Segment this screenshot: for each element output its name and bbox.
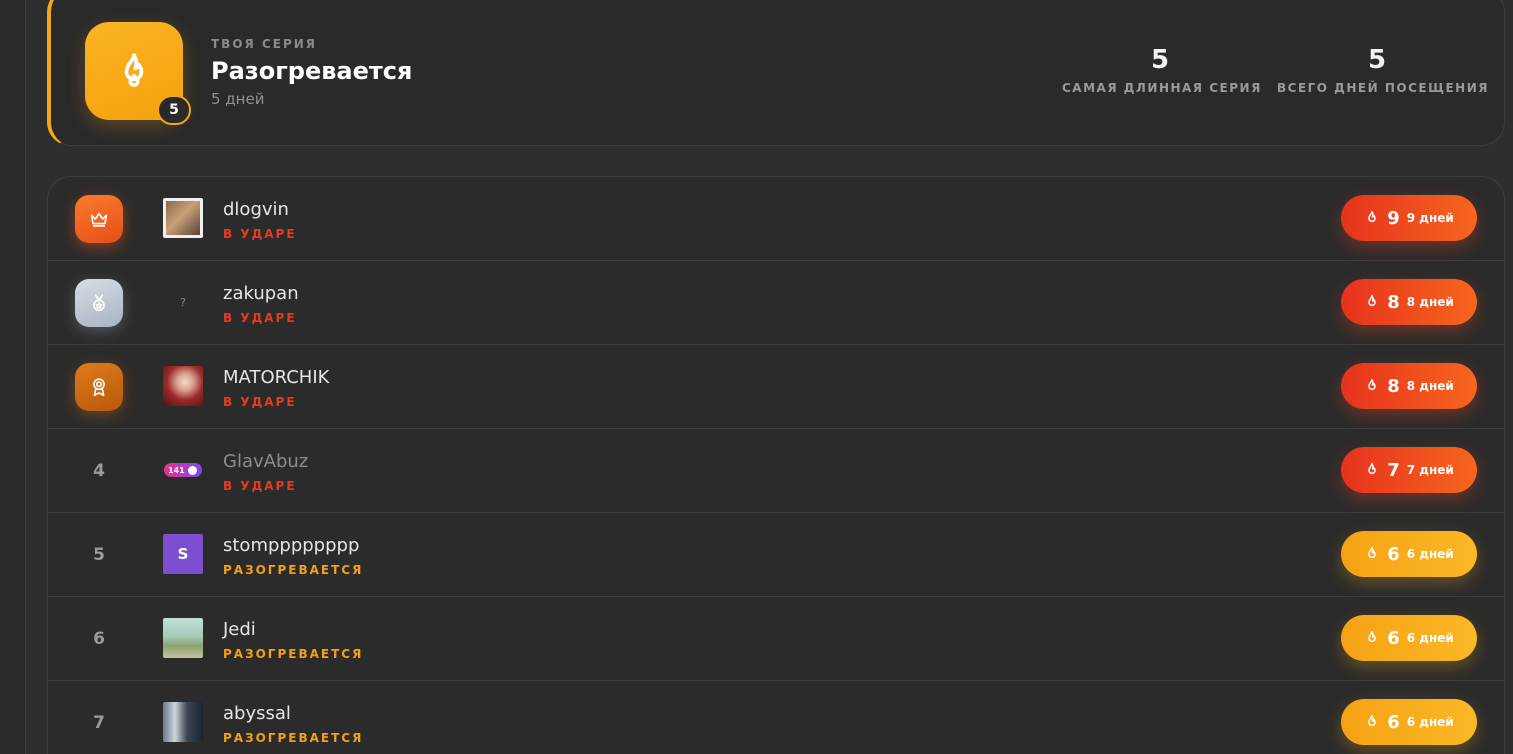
- streak-days: 6 дней: [1406, 715, 1454, 729]
- username[interactable]: zakupan: [223, 283, 299, 304]
- avatar-placeholder[interactable]: ?: [163, 282, 203, 322]
- streak-days: 8 дней: [1406, 379, 1454, 393]
- rank-1-badge: [75, 195, 123, 243]
- leaderboard-row[interactable]: MATORCHIK В УДАРЕ 8 8 дней: [48, 345, 1504, 429]
- rank-3-badge: [75, 363, 123, 411]
- avatar[interactable]: [163, 618, 203, 658]
- flame-icon: [1368, 294, 1376, 306]
- streak-count: 6: [1387, 627, 1400, 649]
- leaderboard-row[interactable]: 5 S stompppppppp РАЗОГРЕВАЕТСЯ 6 6 дней: [48, 513, 1504, 597]
- flame-icon: [1368, 714, 1376, 726]
- longest-streak-label: САМАЯ ДЛИННАЯ СЕРИЯ: [1062, 81, 1262, 95]
- flame-icon: [1368, 462, 1376, 474]
- streak-days: 6 дней: [1406, 547, 1454, 561]
- flame-icon: [1368, 630, 1376, 642]
- rank-number: 4: [93, 461, 105, 481]
- streak-leaderboard: dlogvin В УДАРЕ 9 9 дней ? zakupan В УДА…: [47, 176, 1505, 754]
- streak-pill: 9 9 дней: [1341, 195, 1477, 241]
- streak-days: 6 дней: [1406, 631, 1454, 645]
- longest-streak-value: 5: [1150, 45, 1170, 75]
- avatar-initial[interactable]: S: [163, 534, 203, 574]
- avatar[interactable]: [163, 198, 203, 238]
- streak-count: 6: [1387, 543, 1400, 565]
- leaderboard-row[interactable]: ? zakupan В УДАРЕ 8 8 дней: [48, 261, 1504, 345]
- username[interactable]: abyssal: [223, 703, 291, 724]
- medal-icon: [93, 294, 105, 312]
- streak-pill: 8 8 дней: [1341, 279, 1477, 325]
- status-label: РАЗОГРЕВАЕТСЯ: [223, 563, 364, 577]
- crown-icon: [90, 212, 108, 227]
- streak-pill: 6 6 дней: [1341, 531, 1477, 577]
- my-streak-card: 5 ТВОЯ СЕРИЯ Разогревается 5 дней 5 САМА…: [47, 0, 1505, 146]
- status-label: В УДАРЕ: [223, 479, 297, 493]
- total-days-label: ВСЕГО ДНЕЙ ПОСЕЩЕНИЯ: [1277, 81, 1490, 95]
- longest-streak-stat: 5 САМАЯ ДЛИННАЯ СЕРИЯ: [1062, 45, 1262, 95]
- streak-days: 8 дней: [1406, 295, 1454, 309]
- streak-days-subtitle: 5 дней: [211, 90, 265, 108]
- avatar[interactable]: [163, 366, 203, 406]
- streak-count: 8: [1387, 375, 1400, 397]
- status-label: РАЗОГРЕВАЕТСЯ: [223, 731, 364, 745]
- leaderboard-row[interactable]: 7 abyssal РАЗОГРЕВАЕТСЯ 6 6 дней: [48, 681, 1504, 754]
- streak-pill: 6 6 дней: [1341, 615, 1477, 661]
- avatar[interactable]: 141: [163, 450, 203, 490]
- streak-pill: 8 8 дней: [1341, 363, 1477, 409]
- streak-days: 9 дней: [1406, 211, 1454, 225]
- rank-number: 6: [93, 629, 105, 649]
- leaderboard-row[interactable]: dlogvin В УДАРЕ 9 9 дней: [48, 177, 1504, 261]
- flame-icon: [1368, 546, 1376, 558]
- streak-count-badge: 5: [157, 95, 191, 125]
- leaderboard-row[interactable]: 4 141 GlavAbuz В УДАРЕ 7 7 дней: [48, 429, 1504, 513]
- streak-count: 6: [1387, 711, 1400, 733]
- streak-count: 9: [1387, 207, 1400, 229]
- flame-icon: [124, 53, 144, 87]
- award-icon: [93, 378, 105, 397]
- left-sidebar-rail: [0, 0, 26, 754]
- streak-title: Разогревается: [211, 57, 413, 85]
- streak-count: 7: [1387, 459, 1400, 481]
- badge-dot-icon: [187, 465, 197, 475]
- username[interactable]: GlavAbuz: [223, 451, 308, 472]
- username[interactable]: Jedi: [223, 619, 256, 640]
- streak-days: 7 дней: [1406, 463, 1454, 477]
- username[interactable]: stompppppppp: [223, 535, 359, 556]
- streak-pill: 6 6 дней: [1341, 699, 1477, 745]
- status-label: В УДАРЕ: [223, 395, 297, 409]
- streak-eyebrow-label: ТВОЯ СЕРИЯ: [211, 37, 318, 51]
- status-label: В УДАРЕ: [223, 311, 297, 325]
- rank-number: 7: [93, 713, 105, 733]
- status-label: РАЗОГРЕВАЕТСЯ: [223, 647, 364, 661]
- total-days-stat: 5 ВСЕГО ДНЕЙ ПОСЕЩЕНИЯ: [1277, 45, 1490, 95]
- avatar-badge-text: 141: [168, 465, 185, 475]
- rank-2-badge: [75, 279, 123, 327]
- streak-pill: 7 7 дней: [1341, 447, 1477, 493]
- leaderboard-row[interactable]: 6 Jedi РАЗОГРЕВАЕТСЯ 6 6 дней: [48, 597, 1504, 681]
- flame-icon: [1368, 378, 1376, 390]
- total-days-value: 5: [1367, 45, 1387, 75]
- status-label: В УДАРЕ: [223, 227, 297, 241]
- avatar[interactable]: [163, 702, 203, 742]
- rank-number: 5: [93, 545, 105, 565]
- username[interactable]: dlogvin: [223, 199, 289, 220]
- flame-icon: [1368, 210, 1376, 222]
- streak-count: 8: [1387, 291, 1400, 313]
- username[interactable]: MATORCHIK: [223, 367, 329, 388]
